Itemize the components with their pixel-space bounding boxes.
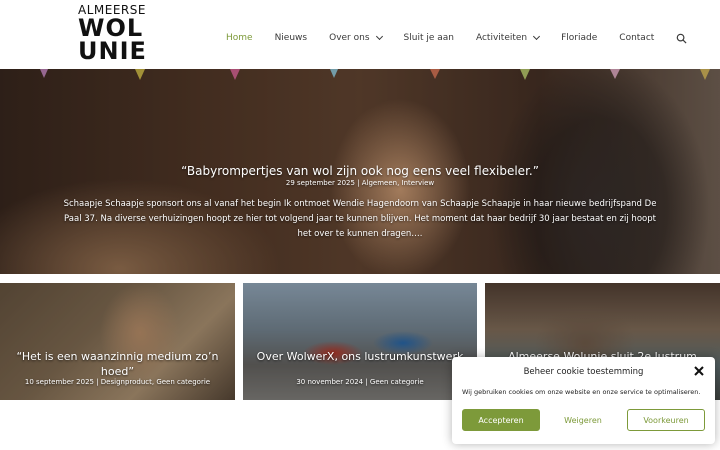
nav-item-label: Home [226, 33, 253, 43]
nav-item-label: Over ons [329, 33, 370, 43]
deny-button[interactable]: Weigeren [544, 409, 622, 431]
nav-item-over-ons[interactable]: Over ons [329, 32, 383, 43]
card-meta: 30 november 2024 | Geen categorie [296, 378, 424, 386]
site-header: ALMEERSE WOL UNIE Home Nieuws Over ons S… [0, 0, 720, 69]
site-logo[interactable]: ALMEERSE WOL UNIE [78, 4, 147, 65]
preferences-button[interactable]: Voorkeuren [627, 409, 705, 431]
post-card[interactable]: “Het is een waanzinnig medium zo’n hoed”… [0, 283, 235, 400]
hero-title[interactable]: “Babyrompertjes van wol zijn ook nog een… [0, 164, 720, 178]
card-meta: 10 september 2025 | Designproduct, Geen … [24, 378, 211, 386]
card-title[interactable]: “Het is een waanzinnig medium zo’n hoed” [6, 349, 229, 379]
nav-item-label: Floriade [561, 33, 598, 43]
nav-item-contact[interactable]: Contact [619, 33, 654, 43]
search-icon[interactable] [676, 33, 687, 44]
logo-line-3: UNIE [78, 37, 147, 65]
chevron-down-icon [533, 32, 541, 41]
hero-post[interactable]: “Babyrompertjes van wol zijn ook nog een… [0, 69, 720, 274]
cookie-consent-banner: Beheer cookie toestemming Wij gebruiken … [452, 357, 715, 444]
nav-item-activiteiten[interactable]: Activiteiten [475, 32, 541, 43]
nav-item-home[interactable]: Home [226, 33, 253, 43]
nav-item-nieuws[interactable]: Nieuws [275, 33, 308, 43]
hero-meta: 29 september 2025 | Algemeen, Interview [285, 179, 435, 187]
close-icon[interactable] [693, 365, 705, 377]
hero-excerpt: Schaapje Schaapje sponsort ons al vanaf … [63, 199, 657, 239]
main-navigation: Home Nieuws Over ons Sluit je aan Activi… [226, 29, 687, 47]
nav-item-sluit-je-aan[interactable]: Sluit je aan [404, 33, 454, 43]
cookie-title: Beheer cookie toestemming [523, 367, 644, 377]
nav-item-label: Activiteiten [475, 33, 528, 43]
nav-item-label: Nieuws [274, 33, 308, 43]
card-title[interactable]: Over WolwerX, ons lustrumkunstwerk [249, 349, 471, 364]
nav-item-label: Contact [619, 33, 655, 43]
cookie-text: Wij gebruiken cookies om onze website en… [462, 388, 701, 396]
nav-item-label: Sluit je aan [403, 33, 454, 43]
chevron-down-icon [375, 32, 383, 41]
post-card[interactable]: Over WolwerX, ons lustrumkunstwerk 30 no… [243, 283, 477, 400]
nav-item-floriade[interactable]: Floriade [561, 33, 597, 43]
accept-button[interactable]: Accepteren [462, 409, 540, 431]
